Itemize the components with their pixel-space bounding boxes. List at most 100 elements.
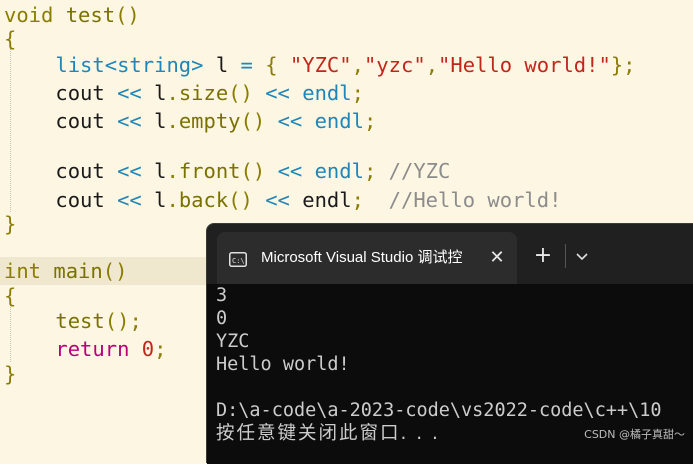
- code-token: .: [166, 159, 179, 183]
- code-line[interactable]: {: [4, 282, 16, 310]
- code-token: cout: [55, 81, 118, 105]
- code-token: list: [55, 53, 105, 77]
- code-token: }: [4, 212, 17, 236]
- code-token: cout: [55, 188, 118, 212]
- code-token: ,: [351, 53, 364, 77]
- code-token: l: [215, 53, 241, 77]
- code-token: }: [4, 362, 17, 386]
- code-token: ;: [129, 309, 142, 333]
- code-line[interactable]: list<string> l = { "YZC","yzc","Hello wo…: [6, 51, 636, 79]
- code-line[interactable]: void test(): [4, 1, 140, 29]
- code-token: }: [610, 53, 624, 77]
- code-token: test: [65, 3, 116, 27]
- close-tab-icon[interactable]: ✕: [485, 246, 509, 270]
- code-token: <<: [117, 109, 155, 133]
- code-token: <<: [277, 159, 315, 183]
- code-token: <<: [117, 188, 155, 212]
- code-token: (): [115, 3, 140, 27]
- code-token: void: [4, 3, 54, 27]
- code-token: (): [104, 309, 130, 333]
- code-line[interactable]: cout << l.back() << endl; //Hello world!: [6, 186, 561, 214]
- code-token: ;: [351, 188, 389, 212]
- code-token: endl: [302, 188, 352, 212]
- code-token: empty: [178, 109, 241, 133]
- code-token: endl: [314, 109, 364, 133]
- code-token: {: [4, 27, 17, 51]
- code-token: //Hello world!: [388, 188, 562, 212]
- code-token: "yzc": [363, 53, 426, 77]
- code-token: (): [228, 81, 266, 105]
- code-line[interactable]: cout << l.size() << endl;: [6, 79, 364, 107]
- terminal-tab-bar: C:\ Microsoft Visual Studio 调试控 ✕ +: [207, 224, 693, 284]
- code-line[interactable]: }: [4, 360, 16, 388]
- code-token: <<: [265, 188, 303, 212]
- code-token: (): [102, 259, 128, 283]
- watermark: CSDN @橘子真甜～: [584, 428, 685, 441]
- code-token: ;: [623, 53, 636, 77]
- code-token: .: [166, 109, 179, 133]
- svg-text:C:\: C:\: [232, 257, 245, 265]
- code-line[interactable]: {: [4, 25, 16, 53]
- code-line[interactable]: cout << l.front() << endl; //YZC: [6, 157, 450, 185]
- code-token: test: [55, 309, 105, 333]
- code-token: endl: [302, 81, 352, 105]
- code-token: <: [104, 53, 118, 77]
- code-token: .: [166, 188, 179, 212]
- tab-separator: [565, 244, 566, 268]
- code-token: (): [240, 109, 278, 133]
- code-token: l: [154, 109, 167, 133]
- code-token: cout: [55, 109, 118, 133]
- code-token: >: [191, 53, 216, 77]
- code-token: int: [4, 259, 42, 283]
- code-token: ,: [425, 53, 439, 77]
- code-token: 0: [141, 337, 155, 361]
- code-token: "Hello world!": [438, 53, 611, 77]
- code-token: ;: [351, 81, 364, 105]
- code-token: l: [154, 188, 167, 212]
- code-token: cout: [55, 159, 118, 183]
- code-token: {: [4, 284, 17, 308]
- output-line: Hello world!: [216, 354, 350, 375]
- code-token: l: [154, 81, 167, 105]
- code-token: string: [117, 53, 192, 77]
- code-token: "YZC": [289, 53, 352, 77]
- code-token: main: [53, 259, 103, 283]
- code-token: (): [240, 159, 278, 183]
- terminal-tab[interactable]: C:\ Microsoft Visual Studio 调试控 ✕: [217, 232, 517, 284]
- code-token: ;: [154, 337, 167, 361]
- code-token: =: [240, 53, 266, 77]
- code-token: (): [228, 188, 266, 212]
- console-icon: C:\: [229, 252, 247, 267]
- code-token: endl: [314, 159, 364, 183]
- new-tab-button[interactable]: +: [529, 242, 557, 270]
- output-line: YZC: [216, 331, 250, 352]
- code-line[interactable]: return 0;: [6, 335, 166, 363]
- code-token: front: [178, 159, 241, 183]
- code-token: <<: [265, 81, 303, 105]
- code-line[interactable]: }: [4, 210, 16, 238]
- code-token: back: [178, 188, 229, 212]
- chevron-down-icon[interactable]: [571, 244, 593, 268]
- code-token: <<: [117, 159, 155, 183]
- code-line[interactable]: cout << l.empty() << endl;: [6, 107, 376, 135]
- output-line: D:\a-code\a-2023-code\vs2022-code\c++\10: [216, 400, 662, 421]
- code-token: {: [265, 53, 290, 77]
- terminal-tab-title: Microsoft Visual Studio 调试控: [261, 249, 463, 266]
- output-line: 0: [216, 308, 228, 329]
- code-token: l: [154, 159, 167, 183]
- terminal-output[interactable]: 3 0 YZC Hello world! D:\a-code\a-2023-co…: [216, 284, 693, 445]
- output-line: 3: [216, 285, 228, 306]
- code-token: return: [55, 337, 130, 361]
- code-token: size: [178, 81, 229, 105]
- code-line[interactable]: test();: [6, 307, 142, 335]
